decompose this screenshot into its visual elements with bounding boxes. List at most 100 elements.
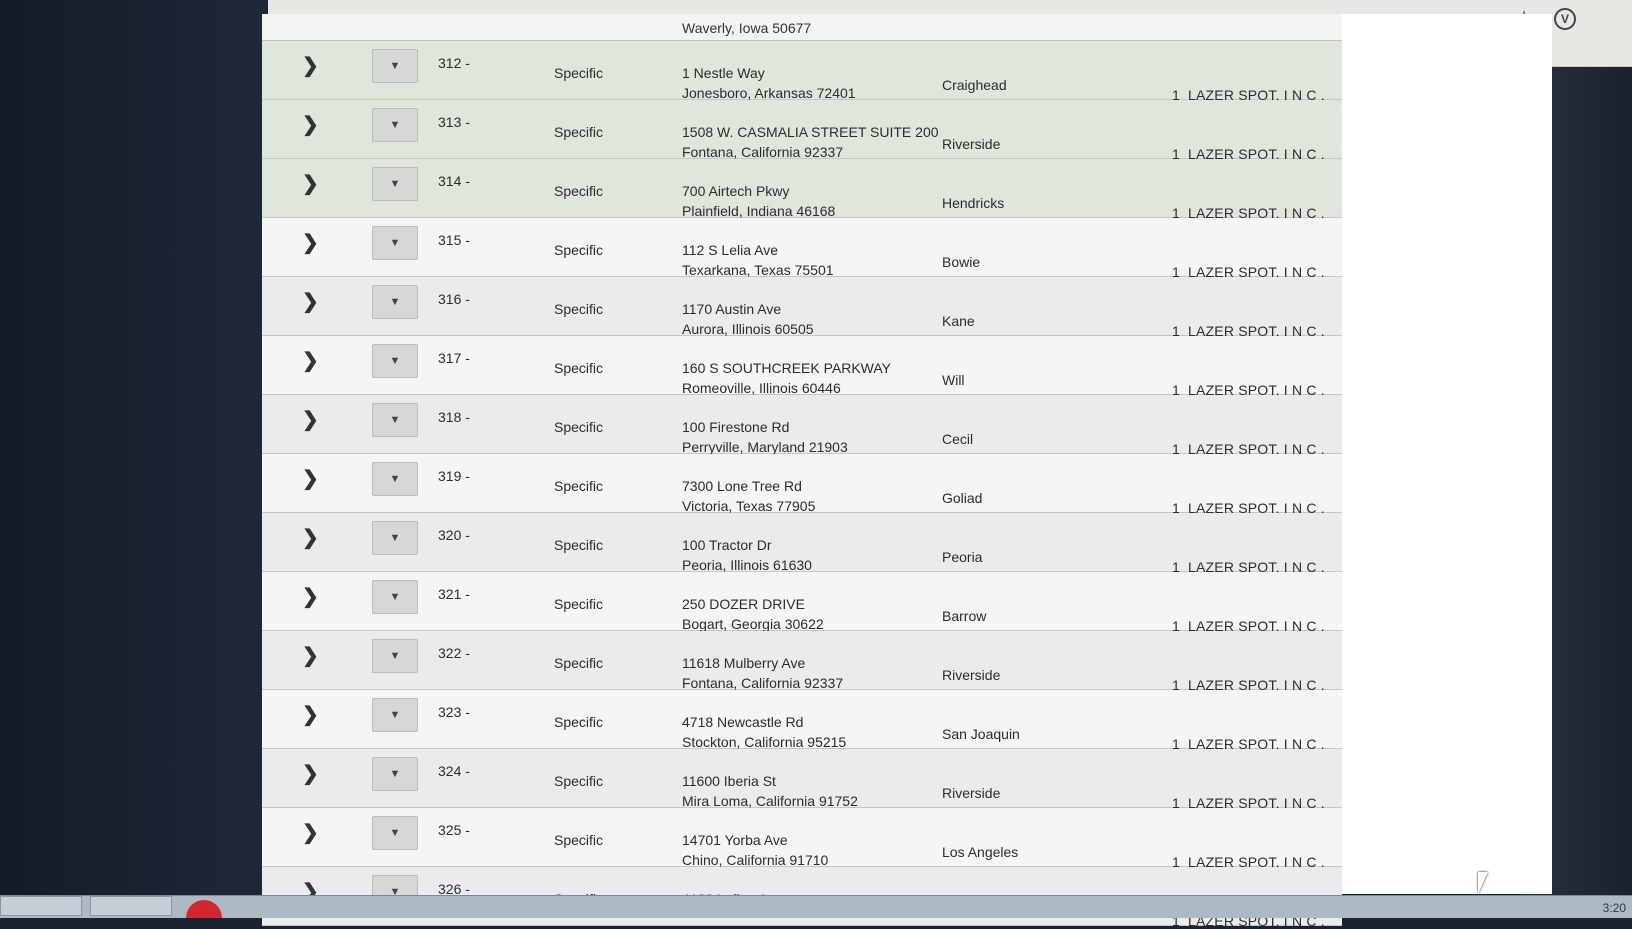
taskbar-clock: 3:20	[1602, 901, 1626, 915]
table-row[interactable]: ❯ ▼ 324 - Specific 11600 Iberia St Mira Loma,…	[262, 749, 1342, 811]
address-line2: Fontana, California 92337	[682, 144, 844, 160]
chevron-right-icon[interactable]: ❯	[302, 702, 319, 727]
chevron-right-icon[interactable]: ❯	[302, 820, 319, 845]
table-row[interactable]: ❯ ▼ 319 - Specific 7300 Lone Tree Rd Victoria…	[262, 454, 1342, 516]
location-type: Specific	[554, 360, 604, 376]
page-content: Waverly, Iowa 50677 ❯ ▼ 312 - Specific 1 Nes…	[262, 14, 1552, 929]
address-line1: 112 S Lelia Ave	[682, 242, 779, 258]
chevron-right-icon[interactable]: ❯	[302, 348, 319, 373]
row-number: 324 -	[438, 763, 470, 779]
address-line1: 11618 Mulberry Ave	[682, 655, 806, 671]
table-row[interactable]: ❯ ▼ 317 - Specific 160 S SOUTHCREEK PARKWAY R…	[262, 336, 1342, 398]
row-number: 323 -	[438, 704, 470, 720]
county: Riverside	[942, 136, 1001, 152]
address-line1: 100 Tractor Dr	[682, 537, 772, 553]
row-number: 325 -	[438, 822, 470, 838]
chevron-right-icon[interactable]: ❯	[302, 112, 319, 137]
county: Riverside	[942, 785, 1001, 801]
county: Craighead	[942, 77, 1007, 93]
table-row[interactable]: ❯ ▼ 318 - Specific 100 Firestone Rd Perryvill…	[262, 395, 1342, 457]
location-type: Specific	[554, 124, 604, 140]
county: Goliad	[942, 490, 983, 506]
caret-down-icon[interactable]: ▼	[372, 639, 418, 673]
row-number: 319 -	[438, 468, 470, 484]
chevron-right-icon[interactable]: ❯	[302, 230, 319, 255]
table-row[interactable]: ❯ ▼ 321 - Specific 250 DOZER DRIVE Bogart, Ge…	[262, 572, 1342, 634]
address-line2: Perryville, Maryland 21903	[682, 439, 848, 455]
table-row[interactable]: ❯ ▼ 313 - Specific 1508 W. CASMALIA STREET S…	[262, 100, 1342, 162]
caret-down-icon[interactable]: ▼	[372, 167, 418, 201]
row-number: 317 -	[438, 350, 470, 366]
chevron-right-icon[interactable]: ❯	[302, 289, 319, 314]
caret-down-icon[interactable]: ▼	[372, 580, 418, 614]
caret-down-icon[interactable]: ▼	[372, 757, 418, 791]
caret-down-icon[interactable]: ▼	[372, 108, 418, 142]
caret-down-icon[interactable]: ▼	[372, 344, 418, 378]
table-row[interactable]: ❯ ▼ 316 - Specific 1170 Austin Ave Aurora, Il…	[262, 277, 1342, 339]
address-line2: Texarkana, Texas 75501	[682, 262, 834, 278]
caret-down-icon[interactable]: ▼	[372, 285, 418, 319]
county: Riverside	[942, 667, 1001, 683]
vivaldi-icon[interactable]: V	[1554, 8, 1576, 30]
county: Bowie	[942, 254, 981, 270]
chevron-right-icon[interactable]: ❯	[302, 584, 319, 609]
address-line2: Aurora, Illinois 60505	[682, 321, 814, 337]
county: Will	[942, 372, 965, 388]
chevron-right-icon[interactable]: ❯	[302, 643, 319, 668]
taskbar-app-button[interactable]	[90, 896, 172, 916]
address-line1: 160 S SOUTHCREEK PARKWAY	[682, 360, 892, 376]
table-row[interactable]: ❯ ▼ 312 - Specific 1 Nestle Way Jonesboro, Ar…	[262, 41, 1342, 103]
chevron-right-icon[interactable]: ❯	[302, 407, 319, 432]
location-type: Specific	[554, 242, 604, 258]
county: Kane	[942, 313, 975, 329]
address-line2: Bogart, Georgia 30622	[682, 616, 824, 632]
table-row[interactable]: ❯ ▼ 314 - Specific 700 Airtech Pkwy Plainfiel…	[262, 159, 1342, 221]
chevron-right-icon[interactable]: ❯	[302, 525, 319, 550]
table-body: ❯ ▼ 312 - Specific 1 Nestle Way Jonesboro, Ar…	[262, 41, 1342, 929]
taskbar-app-icon[interactable]	[186, 900, 222, 918]
row-number: 315 -	[438, 232, 470, 248]
location-type: Specific	[554, 596, 604, 612]
location-type: Specific	[554, 773, 604, 789]
county: San Joaquin	[942, 726, 1020, 742]
address-line1: 4718 Newcastle Rd	[682, 714, 804, 730]
table-row[interactable]: ❯ ▼ 325 - Specific 14701 Yorba Ave Chino, Cal…	[262, 808, 1342, 870]
caret-down-icon[interactable]: ▼	[372, 698, 418, 732]
location-type: Specific	[554, 832, 604, 848]
row-number: 312 -	[438, 55, 470, 71]
chevron-right-icon[interactable]: ❯	[302, 171, 319, 196]
caret-down-icon[interactable]: ▼	[372, 49, 418, 83]
address-line1: 1 Nestle Way	[682, 65, 765, 81]
caret-down-icon[interactable]: ▼	[372, 226, 418, 260]
address-line1: 1508 W. CASMALIA STREET SUITE 200	[682, 124, 939, 140]
address-line2: Chino, California 91710	[682, 852, 829, 868]
table-row[interactable]: ❯ ▼ 320 - Specific 100 Tractor Dr Peoria, Ill…	[262, 513, 1342, 575]
caret-down-icon[interactable]: ▼	[372, 403, 418, 437]
taskbar-start-button[interactable]	[0, 896, 82, 916]
chevron-right-icon[interactable]: ❯	[302, 761, 319, 786]
desktop-left	[0, 0, 270, 918]
address-line1: 100 Firestone Rd	[682, 419, 790, 435]
row-number: 313 -	[438, 114, 470, 130]
address-line2: Peoria, Illinois 61630	[682, 557, 812, 573]
address-line1: 11600 Iberia St	[682, 773, 776, 789]
mouse-cursor-icon	[1478, 872, 1488, 894]
address-line1: 7300 Lone Tree Rd	[682, 478, 802, 494]
county: Peoria	[942, 549, 983, 565]
caret-down-icon[interactable]: ▼	[372, 462, 418, 496]
county: Barrow	[942, 608, 987, 624]
table-row[interactable]: ❯ ▼ 315 - Specific 112 S Lelia Ave Texarkana,…	[262, 218, 1342, 280]
chevron-right-icon[interactable]: ❯	[302, 53, 319, 78]
chevron-right-icon[interactable]: ❯	[302, 466, 319, 491]
location-type: Specific	[554, 419, 604, 435]
address-line2: Fontana, California 92337	[682, 675, 844, 691]
table-row-partial: Waverly, Iowa 50677	[262, 14, 1342, 41]
caret-down-icon[interactable]: ▼	[372, 816, 418, 850]
locations-grid: Waverly, Iowa 50677 ❯ ▼ 312 - Specific 1 Nes…	[262, 14, 1342, 929]
location-type: Specific	[554, 478, 604, 494]
address-line2: Jonesboro, Arkansas 72401	[682, 85, 856, 101]
table-row[interactable]: ❯ ▼ 323 - Specific 4718 Newcastle Rd Stockton…	[262, 690, 1342, 752]
table-row[interactable]: ❯ ▼ 322 - Specific 11618 Mulberry Ave Fontana…	[262, 631, 1342, 693]
row-number: 316 -	[438, 291, 470, 307]
caret-down-icon[interactable]: ▼	[372, 521, 418, 555]
